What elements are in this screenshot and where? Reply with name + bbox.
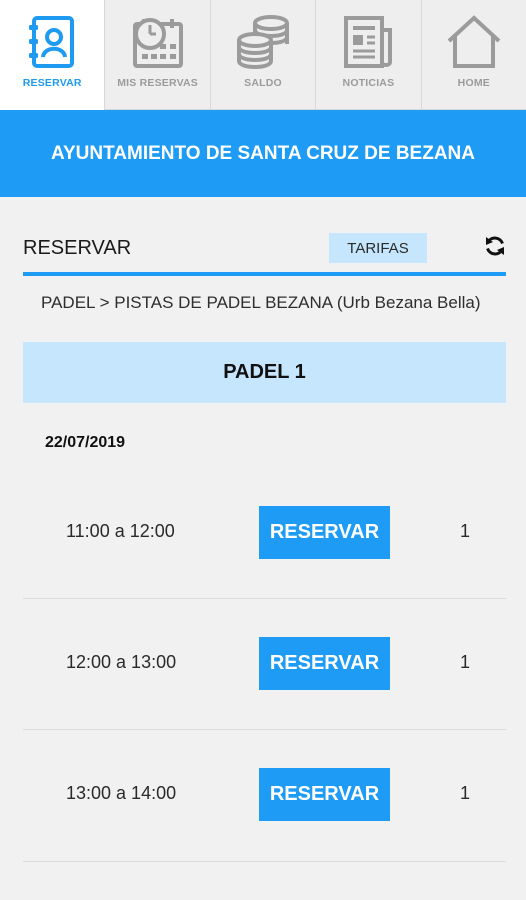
time-slot-list: 11:00 a 12:00 RESERVAR 1 12:00 a 13:00 R…	[23, 468, 506, 861]
date-label: 22/07/2019	[45, 434, 126, 451]
tab-saldo[interactable]: SALDO	[211, 0, 317, 110]
contact-book-icon	[22, 12, 82, 72]
reservar-button[interactable]: RESERVAR	[259, 637, 390, 690]
tab-label: RESERVAR	[22, 77, 82, 89]
tab-label: MIS RESERVAS	[117, 77, 198, 89]
reservar-button[interactable]: RESERVAR	[259, 768, 390, 821]
tab-label: SALDO	[244, 77, 282, 89]
slot-count: 1	[460, 783, 471, 803]
newspaper-icon	[338, 12, 398, 72]
refresh-icon[interactable]	[484, 235, 506, 257]
time-slot-row: 13:00 a 14:00 RESERVAR 1	[23, 730, 506, 861]
slot-count: 1	[460, 652, 471, 672]
breadcrumb: PADEL > PISTAS DE PADEL BEZANA (Urb Beza…	[41, 293, 481, 312]
tab-label: HOME	[457, 77, 490, 89]
section-title: RESERVAR	[23, 237, 132, 259]
coins-stack-icon	[233, 12, 293, 72]
time-slot-row: 12:00 a 13:00 RESERVAR 1	[23, 599, 506, 730]
tab-label: NOTICIAS	[342, 77, 395, 89]
slot-time: 13:00 a 14:00	[66, 783, 177, 803]
court-header: PADEL 1	[23, 342, 506, 403]
home-icon	[444, 12, 504, 72]
time-slot-row: 11:00 a 12:00 RESERVAR 1	[23, 468, 506, 599]
slot-time: 12:00 a 13:00	[66, 652, 177, 672]
slot-time: 11:00 a 12:00	[66, 521, 175, 541]
section-header: RESERVAR TARIFAS	[23, 232, 506, 276]
top-tab-bar: RESERVAR MIS RESERVAS SALDO NOTICIAS HOM…	[0, 0, 526, 110]
calendar-clock-icon	[128, 12, 188, 72]
tab-reservar[interactable]: RESERVAR	[0, 0, 106, 110]
tarifas-button[interactable]: TARIFAS	[329, 233, 427, 263]
tab-mis-reservas[interactable]: MIS RESERVAS	[105, 0, 211, 110]
tab-noticias[interactable]: NOTICIAS	[316, 0, 422, 110]
court-name: PADEL 1	[223, 361, 306, 383]
tab-home[interactable]: HOME	[422, 0, 526, 110]
slot-count: 1	[460, 521, 471, 541]
page-title-banner: AYUNTAMIENTO DE SANTA CRUZ DE BEZANA	[0, 110, 526, 197]
divider	[23, 861, 506, 862]
reservar-button[interactable]: RESERVAR	[259, 506, 390, 559]
page-title: AYUNTAMIENTO DE SANTA CRUZ DE BEZANA	[51, 142, 475, 164]
